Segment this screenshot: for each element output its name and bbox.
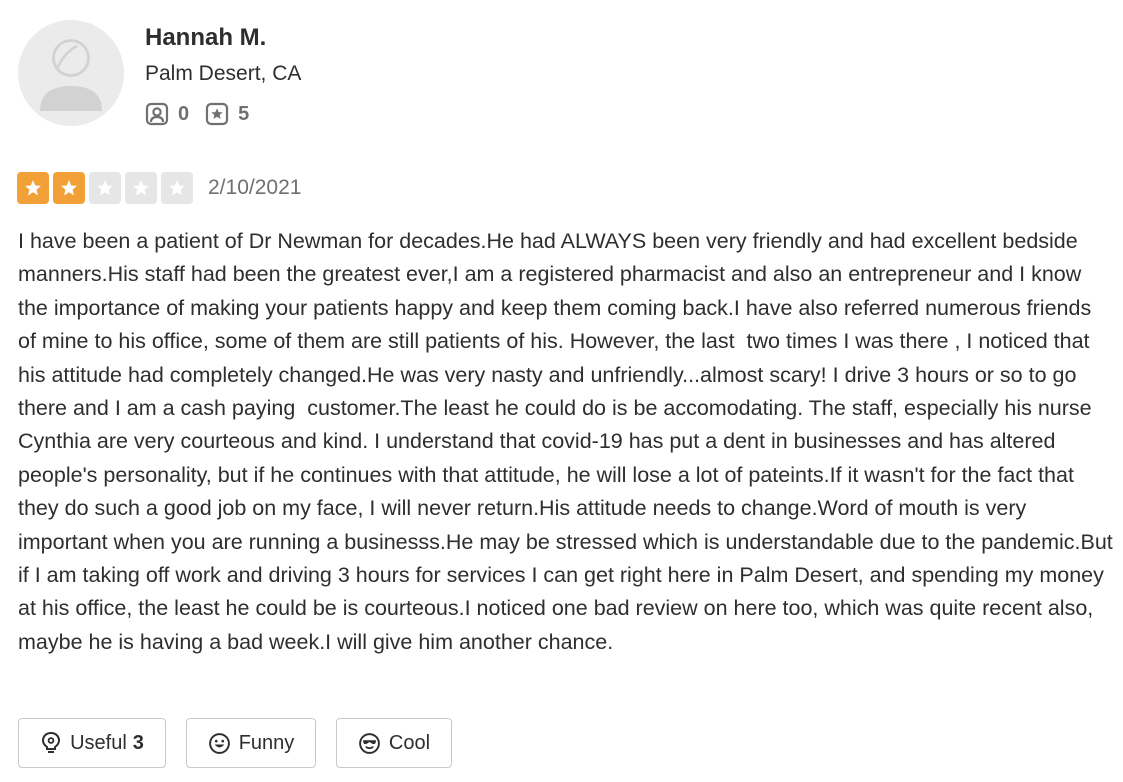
star-4: [125, 172, 157, 204]
review-rating-row: 2/10/2021: [17, 172, 301, 204]
star-2: [53, 172, 85, 204]
star-icon: [61, 180, 77, 196]
friends-icon: [145, 102, 169, 126]
review-text: I have been a patient of Dr Newman for d…: [18, 229, 1119, 654]
star-icon: [169, 180, 185, 196]
useful-label: Useful: [70, 731, 127, 754]
useful-button[interactable]: Useful 3: [18, 718, 166, 768]
reviews-stat: 5: [205, 102, 249, 126]
sunglasses-face-icon: [359, 732, 380, 754]
friends-count: 0: [178, 102, 190, 125]
star-3: [89, 172, 121, 204]
star-icon: [25, 180, 41, 196]
star-5: [161, 172, 193, 204]
cool-button[interactable]: Cool: [336, 718, 452, 768]
star-icon: [133, 180, 149, 196]
user-location: Palm Desert, CA: [145, 62, 302, 85]
user-stats: 0 5: [145, 101, 249, 127]
review-date: 2/10/2021: [208, 176, 302, 199]
star-icon: [97, 180, 113, 196]
reaction-buttons: Useful 3 Funny Cool: [18, 718, 452, 768]
user-avatar[interactable]: [18, 20, 124, 126]
default-user-avatar-icon: [40, 39, 102, 111]
smiley-face-icon: [208, 732, 230, 754]
friends-stat: 0: [145, 102, 189, 126]
funny-label: Funny: [238, 731, 295, 754]
reviews-count: 5: [238, 102, 250, 125]
useful-count: 3: [132, 731, 144, 754]
funny-button[interactable]: Funny: [186, 718, 316, 768]
star-rating: [17, 172, 197, 204]
lightbulb-icon: [42, 731, 61, 753]
user-name[interactable]: Hannah M.: [145, 24, 266, 52]
review-star-icon: [206, 102, 229, 126]
star-1: [17, 172, 49, 204]
cool-label: Cool: [388, 731, 431, 754]
